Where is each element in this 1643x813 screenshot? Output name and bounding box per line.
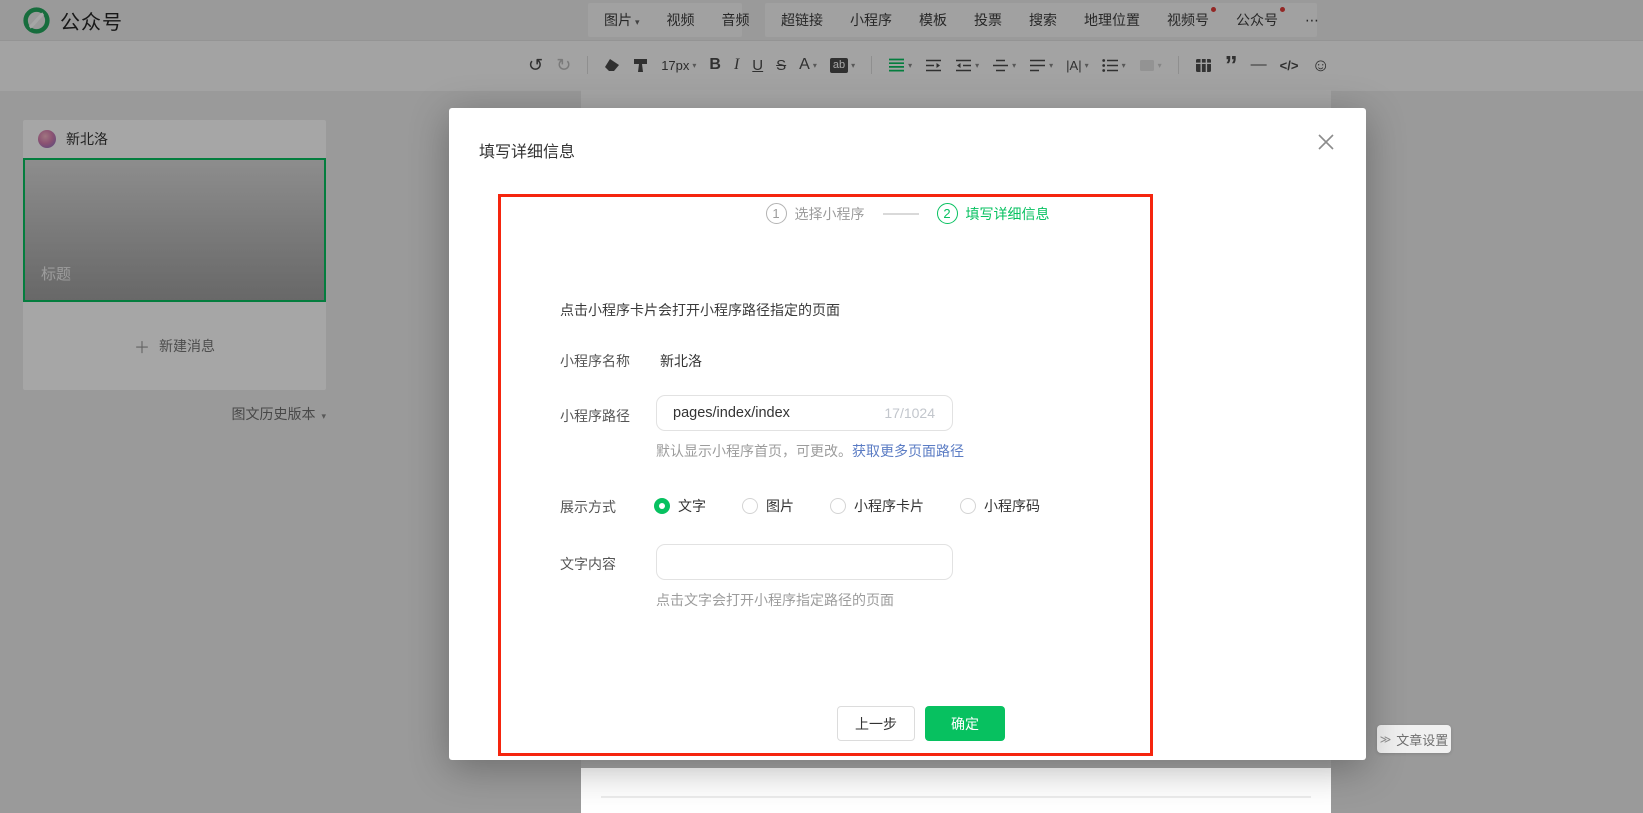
step-1-number: 1: [766, 203, 787, 224]
text-content-input-wrapper: [656, 544, 953, 580]
article-settings-button[interactable]: ≫ 文章设置: [1377, 725, 1451, 753]
name-value: 新北洛: [660, 351, 702, 371]
step-connector: [883, 213, 919, 215]
path-input[interactable]: [657, 396, 1040, 430]
previous-button[interactable]: 上一步: [837, 706, 915, 741]
text-content-hint: 点击文字会打开小程序指定路径的页面: [656, 590, 894, 610]
close-icon: [1316, 132, 1336, 152]
close-button[interactable]: [1316, 132, 1336, 152]
radio-dot: [960, 498, 976, 514]
path-hint: 默认显示小程序首页，可更改。获取更多页面路径: [656, 441, 964, 461]
radio-image[interactable]: 图片: [742, 496, 794, 516]
radio-dot: [830, 498, 846, 514]
text-content-input[interactable]: [657, 545, 1040, 579]
step-1-select-miniprogram: 1 选择小程序: [766, 203, 865, 224]
display-mode-options: 文字 图片 小程序卡片 小程序码: [654, 496, 1040, 516]
screenshot-stage: 公众号 图片▾ 视频 音频 超链接 小程序 模板 投票 搜索 地理位置 视频号 …: [0, 0, 1643, 813]
name-label: 小程序名称: [560, 351, 630, 371]
step-1-label: 选择小程序: [795, 204, 865, 224]
bottom-panel: [581, 768, 1331, 813]
display-mode-label: 展示方式: [560, 497, 616, 517]
dialog-title: 填写详细信息: [479, 138, 575, 162]
bottom-panel-divider: [601, 796, 1311, 798]
miniprogram-detail-dialog: 填写详细信息 1 选择小程序 2 填写详细信息 点击小程序卡片会打开小程序路径指…: [449, 108, 1366, 760]
confirm-button[interactable]: 确定: [925, 706, 1005, 741]
step-2-fill-details: 2 填写详细信息: [937, 203, 1050, 224]
radio-text[interactable]: 文字: [654, 496, 706, 516]
path-label: 小程序路径: [560, 406, 630, 426]
radio-dot: [654, 498, 670, 514]
more-paths-link[interactable]: 获取更多页面路径: [852, 443, 964, 459]
path-counter: 17/1024: [884, 405, 935, 421]
radio-dot: [742, 498, 758, 514]
double-angle-icon: ≫: [1380, 733, 1392, 746]
radio-qrcode[interactable]: 小程序码: [960, 496, 1040, 516]
step-2-label: 填写详细信息: [966, 204, 1050, 224]
steps-indicator: 1 选择小程序 2 填写详细信息: [449, 203, 1366, 224]
step-2-number: 2: [937, 203, 958, 224]
miniprogram-tip: 点击小程序卡片会打开小程序路径指定的页面: [560, 300, 840, 320]
radio-card[interactable]: 小程序卡片: [830, 496, 924, 516]
path-input-wrapper: 17/1024: [656, 395, 953, 431]
text-content-label: 文字内容: [560, 554, 616, 574]
article-settings-label: 文章设置: [1396, 730, 1448, 749]
